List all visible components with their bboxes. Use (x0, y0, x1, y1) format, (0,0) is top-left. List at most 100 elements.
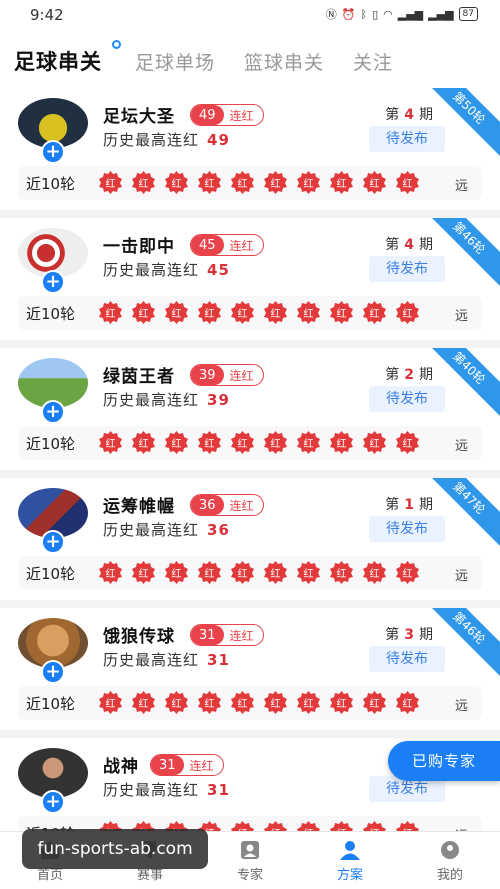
period-suffix: 期 (419, 497, 433, 513)
red-result-badge: 红 (164, 430, 189, 455)
red-result-badge: 红 (296, 560, 321, 585)
red-result-label: 红 (402, 699, 413, 710)
red-result-badge: 红 (197, 690, 222, 715)
follow-plus-icon[interactable]: + (41, 660, 65, 684)
period-prefix: 第 (385, 627, 400, 643)
pending-button[interactable]: 待发布 (369, 126, 445, 152)
status-icons: Ⓝ ⏰ ᛒ ▯ ◠ ▂▄▆ ▂▄▆ 87 (326, 6, 478, 22)
period-number: 2 (404, 367, 414, 383)
history-label: 历史最高连红 (103, 521, 200, 539)
red-result-badge: 红 (131, 560, 156, 585)
tab-basketball-parlay[interactable]: 篮球串关 (244, 48, 324, 75)
recent-marks: 红 红 红 红 红 红 红 红 红 红 (98, 690, 420, 715)
follow-plus-icon[interactable]: + (41, 400, 65, 424)
recent-marks: 红 红 红 红 红 红 红 红 红 红 (98, 170, 420, 195)
period-info: 第4期 (385, 234, 433, 254)
status-bar: 9:42 Ⓝ ⏰ ᛒ ▯ ◠ ▂▄▆ ▂▄▆ 87 (0, 0, 500, 30)
red-result-label: 红 (204, 309, 215, 320)
red-result-label: 红 (171, 569, 182, 580)
history-label: 历史最高连红 (103, 651, 200, 669)
more-link[interactable]: 远 (455, 565, 468, 584)
red-result-label: 红 (105, 179, 116, 190)
expert-card[interactable]: + 饿狼传球 31 连红 历史最高连红 31 第3期 待发布 第46轮 近10轮 … (0, 608, 500, 730)
period-info: 第4期 (385, 104, 433, 124)
red-result-label: 红 (303, 569, 314, 580)
follow-plus-icon[interactable]: + (41, 270, 65, 294)
red-result-label: 红 (138, 439, 149, 450)
more-link[interactable]: 远 (455, 305, 468, 324)
nav-experts-label: 专家 (236, 868, 263, 883)
follow-plus-icon[interactable]: + (41, 530, 65, 554)
history-label: 历史最高连红 (103, 391, 200, 409)
pending-button[interactable]: 待发布 (369, 256, 445, 282)
watermark: fun-sports-ab.com (22, 829, 208, 869)
tab-football-parlay[interactable]: 足球串关 (14, 46, 102, 76)
nav-experts[interactable]: 专家 (210, 838, 290, 883)
follow-plus-icon[interactable]: + (41, 790, 65, 814)
red-result-label: 红 (369, 569, 380, 580)
red-result-label: 红 (402, 439, 413, 450)
red-result-badge: 红 (230, 430, 255, 455)
red-result-label: 红 (303, 699, 314, 710)
more-link[interactable]: 远 (455, 435, 468, 454)
history-best: 历史最高连红 31 (103, 649, 230, 670)
expert-card[interactable]: + 足坛大圣 49 连红 历史最高连红 49 第4期 待发布 第50轮 近10轮 … (0, 88, 500, 210)
follow-plus-icon[interactable]: + (41, 140, 65, 164)
nav-mine-label: 我的 (436, 868, 463, 883)
red-result-badge: 红 (296, 430, 321, 455)
pending-button[interactable]: 待发布 (369, 516, 445, 542)
red-result-label: 红 (303, 309, 314, 320)
more-link[interactable]: 远 (455, 695, 468, 714)
red-result-badge: 红 (395, 560, 420, 585)
streak-count: 45 (191, 235, 224, 255)
red-result-badge: 红 (164, 300, 189, 325)
red-result-badge: 红 (362, 170, 387, 195)
expert-name: 战神 (103, 757, 139, 777)
recent-marks: 红 红 红 红 红 红 红 红 红 红 (98, 560, 420, 585)
recent-10-row: 近10轮 红 红 红 红 红 红 红 红 红 红 远 (18, 686, 482, 720)
streak-label: 连红 (229, 238, 254, 253)
red-result-label: 红 (270, 179, 281, 190)
purchased-experts-button[interactable]: 已购专家 (388, 741, 500, 781)
red-result-badge: 红 (296, 300, 321, 325)
history-best: 历史最高连红 39 (103, 389, 230, 410)
streak-label: 连红 (229, 108, 254, 123)
streak-label: 连红 (229, 498, 254, 513)
expert-card[interactable]: + 运筹帷幄 36 连红 历史最高连红 36 第1期 待发布 第47轮 近10轮 … (0, 478, 500, 600)
history-best: 历史最高连红 31 (103, 779, 230, 800)
expert-card[interactable]: + 一击即中 45 连红 历史最高连红 45 第4期 待发布 第46轮 近10轮 … (0, 218, 500, 340)
pending-button[interactable]: 待发布 (369, 386, 445, 412)
red-result-badge: 红 (329, 560, 354, 585)
category-tabs: 足球串关 足球单场 篮球串关 关注 (0, 30, 500, 88)
more-link[interactable]: 远 (455, 175, 468, 194)
streak-count: 49 (191, 105, 224, 125)
red-result-badge: 红 (197, 300, 222, 325)
recent-10-row: 近10轮 红 红 红 红 红 红 红 红 红 红 远 (18, 556, 482, 590)
red-result-badge: 红 (395, 170, 420, 195)
streak-count: 31 (191, 625, 224, 645)
alarm-icon: ⏰ (341, 7, 356, 21)
history-value: 31 (207, 781, 230, 799)
tab-football-single[interactable]: 足球单场 (135, 48, 215, 75)
red-result-label: 红 (336, 699, 347, 710)
period-suffix: 期 (419, 367, 433, 383)
expert-card[interactable]: + 绿茵王者 39 连红 历史最高连红 39 第2期 待发布 第40轮 近10轮 … (0, 348, 500, 470)
history-label: 历史最高连红 (103, 131, 200, 149)
red-result-label: 红 (237, 309, 248, 320)
red-result-label: 红 (402, 179, 413, 190)
recent-10-row: 近10轮 红 红 红 红 红 红 红 红 红 红 远 (18, 296, 482, 330)
status-time: 9:42 (30, 6, 64, 24)
red-result-badge: 红 (98, 690, 123, 715)
tab-follow[interactable]: 关注 (353, 48, 393, 75)
red-result-label: 红 (171, 699, 182, 710)
red-result-badge: 红 (230, 300, 255, 325)
red-result-badge: 红 (362, 430, 387, 455)
period-number: 4 (404, 237, 414, 253)
streak-badge: 39 连红 (190, 364, 264, 386)
red-result-badge: 红 (164, 690, 189, 715)
pending-button[interactable]: 待发布 (369, 646, 445, 672)
nav-mine[interactable]: 我的 (410, 838, 490, 883)
nav-plans[interactable]: 方案 (310, 838, 390, 883)
streak-badge: 49 连红 (190, 104, 264, 126)
red-result-badge: 红 (131, 430, 156, 455)
